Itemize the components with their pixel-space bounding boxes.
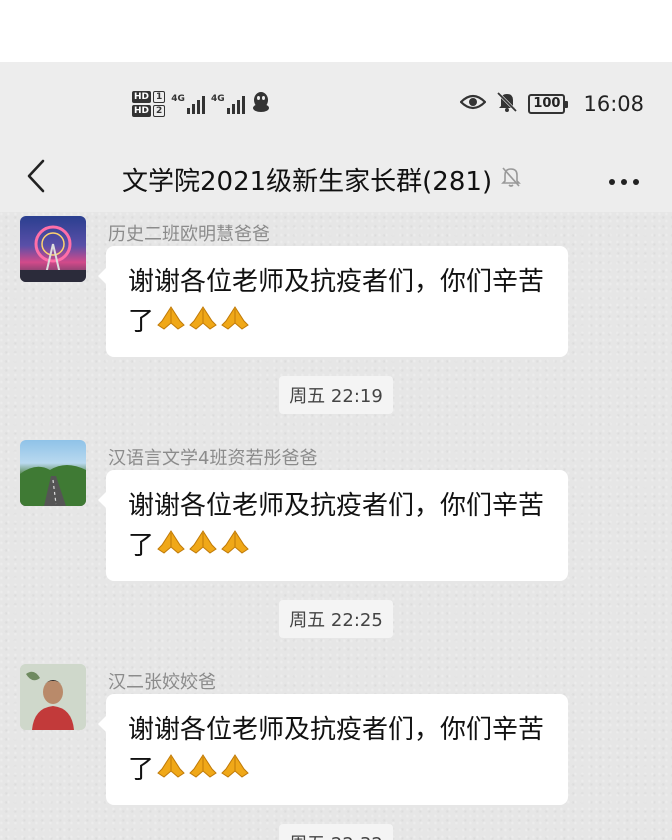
pray-hands-icon xyxy=(220,303,250,343)
pray-hands-icon xyxy=(220,751,250,791)
hd-chip-1: HD 1 xyxy=(132,91,166,103)
time-divider: 周五 22:32 xyxy=(0,824,672,840)
battery-indicator: 100 xyxy=(528,94,569,114)
status-left-group: HD 1 HD 2 4G 4G xyxy=(132,86,271,122)
bell-off-icon xyxy=(500,165,522,193)
sender-name: 汉语言文学4班资若彤爸爸 xyxy=(108,448,318,469)
emoji-group xyxy=(156,751,250,791)
network-type-1: 4G xyxy=(171,94,185,104)
hd-sim-2: 2 xyxy=(153,105,166,117)
chat-title: 文学院2021级新生家长群(281) xyxy=(122,166,493,197)
pray-hands-icon xyxy=(188,527,218,567)
time-divider-label: 周五 22:25 xyxy=(279,600,393,638)
hd-label-1: HD xyxy=(132,91,152,103)
signal-icon-1: 4G xyxy=(171,94,205,114)
emoji-group xyxy=(156,527,250,567)
qq-penguin-icon xyxy=(251,91,271,117)
pray-hands-icon xyxy=(188,303,218,343)
status-time: 16:08 xyxy=(583,92,644,116)
chat-header: 文学院2021级新生家长群(281) xyxy=(0,146,672,212)
pray-hands-icon xyxy=(156,751,186,791)
signal-icon-2: 4G xyxy=(211,94,245,114)
hd-sim-1: 1 xyxy=(153,91,166,103)
hd-label-2: HD xyxy=(132,105,152,117)
hd-chip-2: HD 2 xyxy=(132,105,166,117)
chat-title-group: 文学院2021级新生家长群(281) xyxy=(122,156,522,202)
message-bubble[interactable]: 谢谢各位老师及抗疫者们，你们辛苦了 xyxy=(98,694,568,805)
avatar[interactable] xyxy=(20,664,86,730)
emoji-group xyxy=(156,303,250,343)
pray-hands-icon xyxy=(220,527,250,567)
pray-hands-icon xyxy=(188,751,218,791)
time-divider-label: 周五 22:19 xyxy=(279,376,393,414)
chevron-left-icon xyxy=(26,159,46,197)
more-options-button[interactable] xyxy=(604,158,644,202)
sender-name: 汉二张姣姣爸 xyxy=(108,672,216,693)
eye-icon xyxy=(459,93,487,115)
avatar[interactable] xyxy=(20,216,86,282)
pray-hands-icon xyxy=(156,303,186,343)
hd-indicators: HD 1 HD 2 xyxy=(132,91,166,117)
pray-hands-icon xyxy=(156,527,186,567)
status-right-group: 100 16:08 xyxy=(459,88,644,120)
time-divider-label: 周五 22:32 xyxy=(279,824,393,840)
mute-bell-icon xyxy=(496,91,518,117)
chat-message-area[interactable]: 历史二班欧明慧爸爸 谢谢各位老师及抗疫者们，你们辛苦了 周五 22:19 汉语言… xyxy=(0,212,672,840)
sender-name: 历史二班欧明慧爸爸 xyxy=(108,224,270,245)
ellipsis-icon xyxy=(608,171,640,190)
message-bubble[interactable]: 谢谢各位老师及抗疫者们，你们辛苦了 xyxy=(98,246,568,357)
network-type-2: 4G xyxy=(210,94,225,104)
back-button[interactable] xyxy=(16,156,56,200)
avatar[interactable] xyxy=(20,440,86,506)
time-divider: 周五 22:19 xyxy=(0,376,672,414)
message-bubble[interactable]: 谢谢各位老师及抗疫者们，你们辛苦了 xyxy=(98,470,568,581)
top-blank-area xyxy=(0,0,672,62)
status-bar: HD 1 HD 2 4G 4G 100 16:08 xyxy=(0,62,672,146)
time-divider: 周五 22:25 xyxy=(0,600,672,638)
